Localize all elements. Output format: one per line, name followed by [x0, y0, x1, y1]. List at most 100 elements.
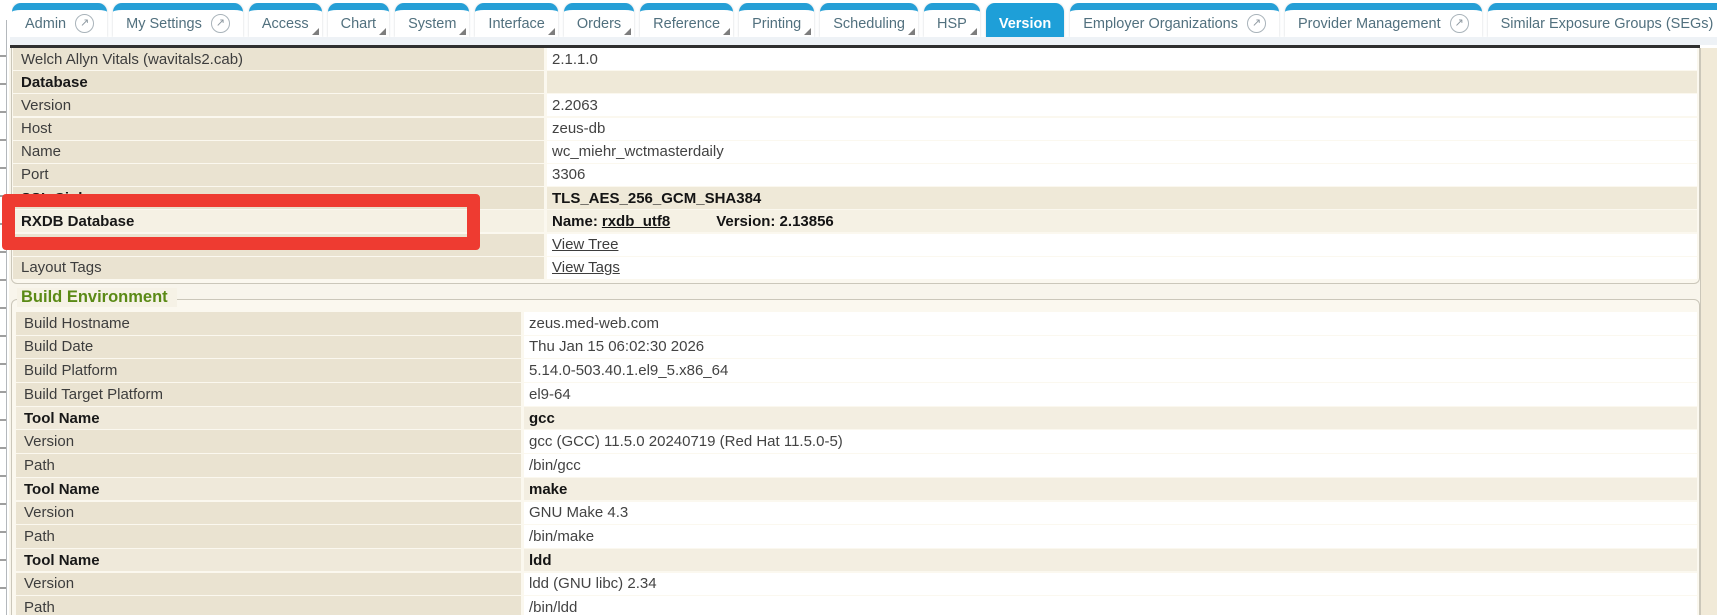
table-row: Path/bin/ldd — [16, 596, 1697, 615]
rxdb-version: Version: 2.13856 — [716, 213, 834, 230]
tab-label: Reference — [653, 16, 720, 32]
row-label: Layout Tags — [13, 257, 544, 279]
row-label: Tool Name — [16, 478, 521, 501]
left-frame-edge — [0, 48, 7, 615]
table-row: RXDB DatabaseName:rxdb_utf8Version: 2.13… — [13, 210, 1697, 232]
table-row: Path/bin/make — [16, 525, 1697, 548]
version-page-content: Welch Allyn Vitals (wavitals2.cab)2.1.1.… — [9, 48, 1717, 615]
row-value: 5.14.0-503.40.1.el9_5.x86_64 — [524, 359, 1697, 382]
version-info-table: Welch Allyn Vitals (wavitals2.cab)2.1.1.… — [11, 48, 1700, 284]
tab-interface[interactable]: Interface — [475, 3, 557, 37]
open-in-new-window-icon[interactable]: ↗ — [1247, 14, 1266, 33]
row-label: Path — [16, 454, 521, 477]
rxdb-name-link[interactable]: rxdb_utf8 — [602, 213, 670, 230]
table-row: Build Platform5.14.0-503.40.1.el9_5.x86_… — [16, 359, 1697, 382]
table-row: Build Target Platformel9-64 — [16, 383, 1697, 406]
tab-label: My Settings — [126, 16, 202, 32]
table-row: Versiongcc (GCC) 11.5.0 20240719 (Red Ha… — [16, 430, 1697, 453]
row-value: TLS_AES_256_GCM_SHA384 — [547, 187, 1697, 209]
row-value — [547, 71, 1697, 93]
tab-bar: Admin ↗ My Settings ↗ Access Chart SystemInter… — [12, 3, 1717, 37]
row-label: SSL Cipher — [13, 187, 544, 209]
tab-reference[interactable]: Reference — [640, 3, 733, 37]
row-value: /bin/ldd — [524, 596, 1697, 615]
row-label: Path — [16, 596, 521, 615]
dropdown-corner-icon — [548, 28, 555, 35]
tab-scheduling[interactable]: Scheduling — [820, 3, 918, 37]
row-value: /bin/make — [524, 525, 1697, 548]
tab-similar-exposure-groups-segs[interactable]: Similar Exposure Groups (SEGs)↗ — [1488, 3, 1717, 37]
tab-chart[interactable]: Chart — [328, 3, 389, 37]
row-value: make — [524, 478, 1697, 501]
tab-version[interactable]: Version — [986, 3, 1064, 37]
table-row: Module TreeView Tree — [13, 234, 1697, 256]
dropdown-corner-icon — [908, 28, 915, 35]
tab-access[interactable]: Access — [249, 3, 322, 37]
row-label: Tool Name — [16, 407, 521, 430]
table-row: Welch Allyn Vitals (wavitals2.cab)2.1.1.… — [13, 48, 1697, 70]
row-value: zeus.med-web.com — [524, 312, 1697, 335]
tab-label: Chart — [341, 16, 376, 32]
table-row: Namewc_miehr_wctmasterdaily — [13, 141, 1697, 163]
table-row: Layout Tags View Tags — [13, 257, 1697, 279]
row-label: Path — [16, 525, 521, 548]
dropdown-corner-icon — [804, 28, 811, 35]
tab-printing[interactable]: Printing — [739, 3, 814, 37]
tab-my-settings[interactable]: My Settings ↗ — [113, 3, 243, 37]
table-row: VersionGNU Make 4.3 — [16, 502, 1697, 525]
table-row: Versionldd (GNU libc) 2.34 — [16, 573, 1697, 596]
table-row: SSL CipherTLS_AES_256_GCM_SHA384 — [13, 187, 1697, 209]
table-row: Tool Namegcc — [16, 407, 1697, 430]
row-label: Build Date — [16, 336, 521, 359]
row-label: Database — [13, 71, 544, 93]
tab-label: HSP — [937, 16, 967, 32]
tab-label: Admin — [25, 16, 66, 32]
tab-admin[interactable]: Admin ↗ — [12, 3, 107, 37]
view-view-tree-link[interactable]: View Tree — [552, 236, 618, 253]
row-value: 2.1.1.0 — [547, 48, 1697, 70]
table-row: Build DateThu Jan 15 06:02:30 2026 — [16, 336, 1697, 359]
open-in-new-window-icon[interactable]: ↗ — [75, 14, 94, 33]
row-value: 3306 — [547, 164, 1697, 186]
row-value: ldd (GNU libc) 2.34 — [524, 573, 1697, 596]
open-in-new-window-icon[interactable]: ↗ — [1450, 14, 1469, 33]
row-label: Build Platform — [16, 359, 521, 382]
row-value: zeus-db — [547, 118, 1697, 140]
tab-hsp[interactable]: HSP — [924, 3, 980, 37]
table-row: Version2.2063 — [13, 94, 1697, 116]
tab-label: Employer Organizations — [1083, 16, 1238, 32]
tab-label: Version — [999, 16, 1051, 32]
tab-provider-management[interactable]: Provider Management↗ — [1285, 3, 1482, 37]
dropdown-corner-icon — [624, 28, 631, 35]
tab-label: Printing — [752, 16, 801, 32]
table-row: Database — [13, 71, 1697, 93]
row-value: /bin/gcc — [524, 454, 1697, 477]
row-label: Host — [13, 118, 544, 140]
table-row: Tool Namemake — [16, 478, 1697, 501]
row-label: Version — [13, 94, 544, 116]
dropdown-corner-icon — [723, 28, 730, 35]
view-view-tags-link[interactable]: View Tags — [552, 259, 620, 276]
tabbar-substrip — [10, 37, 1717, 45]
right-page-margin — [1700, 48, 1717, 615]
build-environment-table: Build Hostnamezeus.med-web.comBuild Date… — [16, 312, 1697, 615]
row-label: Version — [16, 573, 521, 596]
row-label: Name — [13, 141, 544, 163]
build-environment-legend: Build Environment — [17, 288, 177, 307]
row-value: 2.2063 — [547, 94, 1697, 116]
tab-orders[interactable]: Orders — [564, 3, 634, 37]
dropdown-corner-icon — [379, 28, 386, 35]
table-row: Port3306 — [13, 164, 1697, 186]
row-value: Thu Jan 15 06:02:30 2026 — [524, 336, 1697, 359]
row-label: Port — [13, 164, 544, 186]
left-frame-edge-top — [0, 20, 7, 48]
header-divider — [10, 45, 1700, 48]
row-label: Build Target Platform — [16, 383, 521, 406]
tab-system[interactable]: System — [395, 3, 469, 37]
row-value: GNU Make 4.3 — [524, 502, 1697, 525]
tab-label: Scheduling — [833, 16, 905, 32]
open-in-new-window-icon[interactable]: ↗ — [211, 14, 230, 33]
tab-employer-organizations[interactable]: Employer Organizations ↗ — [1070, 3, 1279, 37]
dropdown-corner-icon — [970, 28, 977, 35]
row-value: ldd — [524, 549, 1697, 572]
